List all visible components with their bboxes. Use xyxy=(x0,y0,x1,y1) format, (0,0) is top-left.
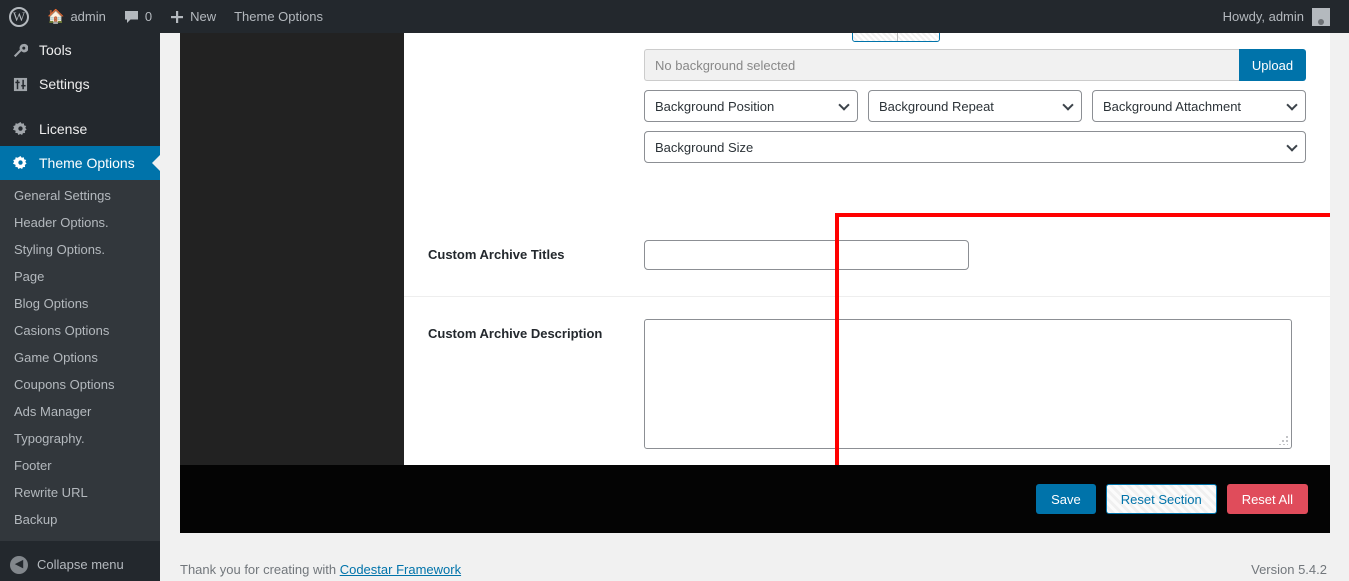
sliders-icon xyxy=(10,77,30,92)
save-button[interactable]: Save xyxy=(1036,484,1096,514)
sidebar-subitem-page[interactable]: Page xyxy=(0,263,160,290)
custom-archive-titles-input[interactable] xyxy=(644,240,969,270)
adminbar-howdy-label: Howdy, admin xyxy=(1222,9,1304,24)
sidebar-subitem-header-options[interactable]: Header Options. xyxy=(0,209,160,236)
sidebar-subitem-backup[interactable]: Backup xyxy=(0,506,160,533)
background-repeat-label: Background Repeat xyxy=(879,98,994,114)
sidebar-separator xyxy=(0,101,160,112)
footer-credit-text: Thank you for creating with xyxy=(180,561,340,577)
adminbar-comments[interactable]: 0 xyxy=(115,0,161,33)
user-avatar-icon xyxy=(1312,7,1330,26)
background-attachment-select[interactable]: Background Attachment xyxy=(1092,90,1306,122)
sidebar-subitem-casions-options[interactable]: Casions Options xyxy=(0,317,160,344)
custom-archive-description-textarea[interactable] xyxy=(644,319,1292,449)
sidebar-subitem-general-settings[interactable]: General Settings xyxy=(0,182,160,209)
sidebar-item-settings[interactable]: Settings xyxy=(0,67,160,101)
sidebar-item-label: Theme Options xyxy=(39,155,135,171)
background-repeat-select[interactable]: Background Repeat xyxy=(868,90,1082,122)
chevron-down-icon xyxy=(838,99,850,111)
custom-archive-description-row: Custom Archive Description xyxy=(404,297,1330,465)
chevron-left-circle-icon: ◀ xyxy=(10,555,28,574)
options-fields-container: No background selected Upload Background… xyxy=(404,33,1330,465)
adminbar-new[interactable]: New xyxy=(161,0,225,33)
theme-options-panel: No background selected Upload Background… xyxy=(180,33,1330,533)
options-action-bar: Save Reset Section Reset All xyxy=(180,465,1330,533)
chevron-down-icon xyxy=(1286,99,1298,111)
button-group-divider xyxy=(897,33,898,41)
adminbar-site-name[interactable]: 🏠 admin xyxy=(38,0,115,33)
sidebar-item-theme-options[interactable]: Theme Options xyxy=(0,146,160,180)
gear-icon xyxy=(10,121,30,137)
background-size-select[interactable]: Background Size xyxy=(644,131,1306,163)
sidebar-item-label: Settings xyxy=(39,76,90,92)
home-icon: 🏠 xyxy=(47,8,65,24)
custom-archive-titles-label: Custom Archive Titles xyxy=(428,247,565,262)
sidebar-subitem-styling-options[interactable]: Styling Options. xyxy=(0,236,160,263)
sidebar-item-tools[interactable]: Tools xyxy=(0,33,160,67)
collapse-menu-button[interactable]: ◀ Collapse menu xyxy=(0,548,160,581)
background-position-select[interactable]: Background Position xyxy=(644,90,858,122)
sidebar-subitem-blog-options[interactable]: Blog Options xyxy=(0,290,160,317)
wrench-icon xyxy=(10,43,30,58)
sidebar-item-label: Tools xyxy=(39,42,72,58)
background-attachment-label: Background Attachment xyxy=(1103,98,1242,114)
chevron-down-icon xyxy=(1286,140,1298,152)
clipped-button-group[interactable] xyxy=(852,33,940,42)
sidebar-subitem-coupons-options[interactable]: Coupons Options xyxy=(0,371,160,398)
adminbar-account[interactable]: Howdy, admin xyxy=(1214,0,1339,33)
sidebar-subitem-footer[interactable]: Footer xyxy=(0,452,160,479)
admin-bar: W 🏠 admin 0 New Theme Options Howdy, adm… xyxy=(0,0,1349,33)
footer-version: Version 5.4.2 xyxy=(1251,561,1327,577)
adminbar-comments-count: 0 xyxy=(144,9,153,24)
page-footer: Thank you for creating with Codestar Fra… xyxy=(180,557,1349,581)
custom-archive-description-control xyxy=(644,319,1306,449)
resize-grip-icon[interactable] xyxy=(1279,436,1288,445)
background-field-row: No background selected Upload Background… xyxy=(404,33,1330,185)
reset-section-button[interactable]: Reset Section xyxy=(1105,484,1217,514)
adminbar-site-label: admin xyxy=(70,9,106,24)
plus-icon xyxy=(171,10,184,23)
adminbar-theme-options[interactable]: Theme Options xyxy=(225,0,332,33)
sidebar-subitem-rewrite-url[interactable]: Rewrite URL xyxy=(0,479,160,506)
comment-bubble-icon xyxy=(124,10,138,23)
footer-credit: Thank you for creating with Codestar Fra… xyxy=(180,562,1251,577)
background-media-row: No background selected Upload xyxy=(644,49,1306,81)
chevron-down-icon xyxy=(1062,99,1074,111)
background-select-row: Background Position Background Repeat Ba… xyxy=(644,90,1306,122)
collapse-menu-label: Collapse menu xyxy=(37,557,124,572)
gear-icon xyxy=(10,155,30,171)
background-controls: No background selected Upload Background… xyxy=(644,49,1306,163)
sidebar-item-label: License xyxy=(39,121,88,137)
background-upload-button[interactable]: Upload xyxy=(1239,49,1306,81)
adminbar-wp-logo[interactable]: W xyxy=(0,0,38,33)
codestar-framework-link[interactable]: Codestar Framework xyxy=(340,562,461,577)
background-media-input[interactable]: No background selected xyxy=(644,49,1239,81)
sidebar-item-license[interactable]: License xyxy=(0,112,160,146)
background-position-label: Background Position xyxy=(655,98,775,114)
custom-archive-description-label: Custom Archive Description xyxy=(428,326,603,341)
options-section-nav xyxy=(180,33,404,465)
sidebar-submenu: General Settings Header Options. Styling… xyxy=(0,180,160,541)
admin-sidebar: Tools Settings License Theme Options Gen… xyxy=(0,33,160,581)
adminbar-theme-options-label: Theme Options xyxy=(234,9,323,24)
sidebar-subitem-ads-manager[interactable]: Ads Manager xyxy=(0,398,160,425)
background-size-label: Background Size xyxy=(655,139,754,155)
wordpress-logo-icon: W xyxy=(9,6,29,27)
custom-archive-titles-control xyxy=(644,240,1306,270)
reset-all-button[interactable]: Reset All xyxy=(1226,484,1308,514)
sidebar-subitem-typography[interactable]: Typography. xyxy=(0,425,160,452)
adminbar-new-label: New xyxy=(190,9,217,24)
sidebar-subitem-game-options[interactable]: Game Options xyxy=(0,344,160,371)
custom-archive-titles-row: Custom Archive Titles xyxy=(404,214,1330,297)
